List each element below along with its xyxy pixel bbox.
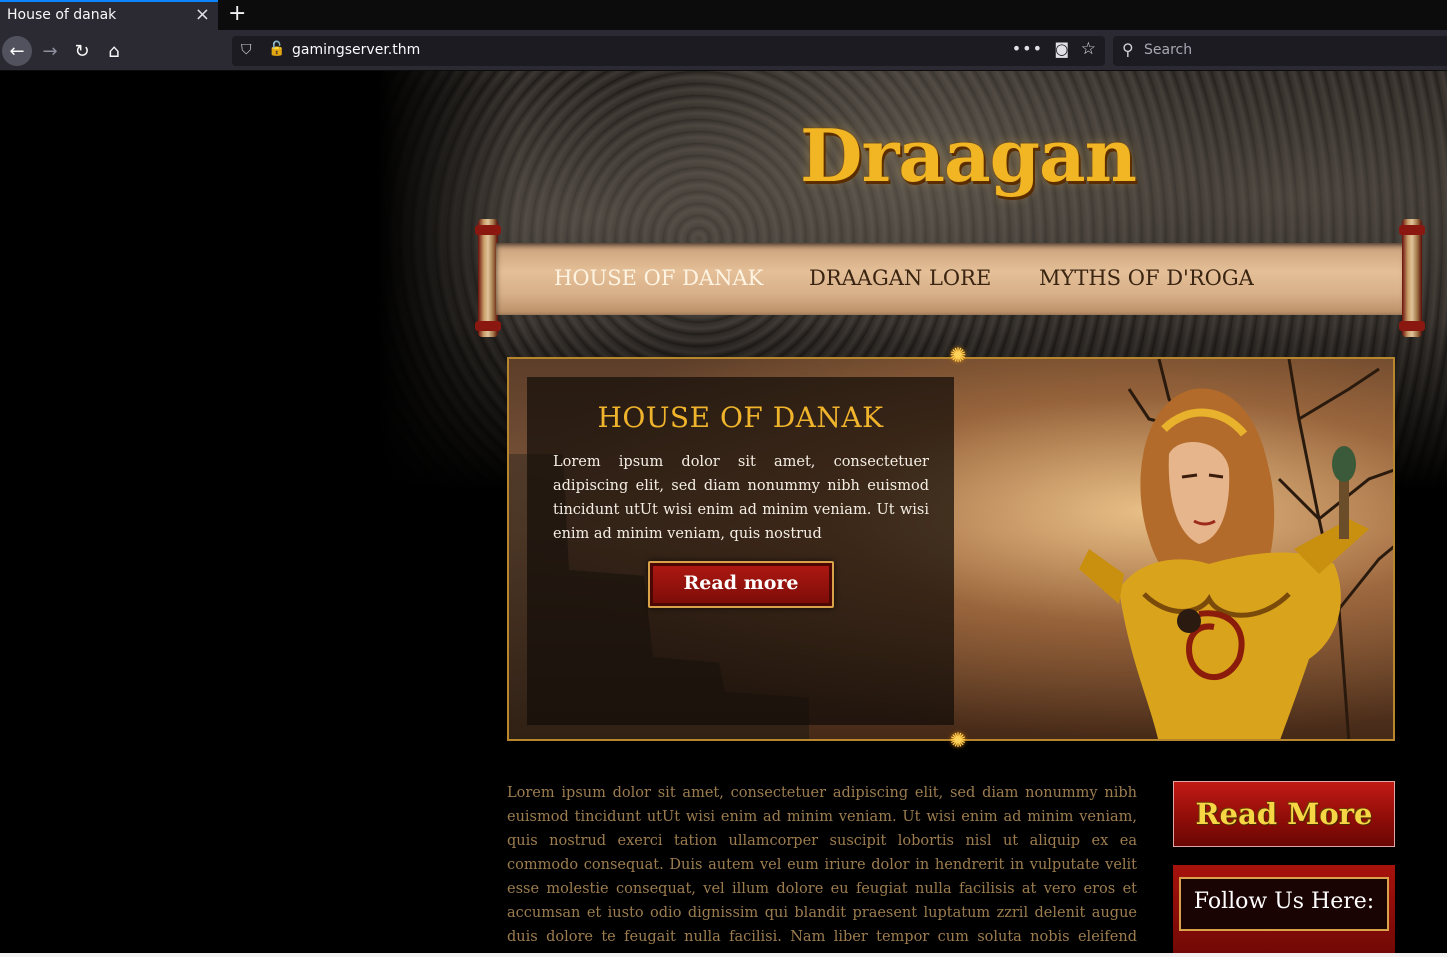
forward-icon[interactable]: → bbox=[35, 36, 65, 66]
url-text[interactable]: gamingserver.thm bbox=[292, 42, 420, 58]
follow-us-box: Follow Us Here: bbox=[1173, 865, 1395, 957]
scroll-rod-left bbox=[475, 219, 501, 337]
page-actions-icon[interactable]: ••• bbox=[1012, 39, 1043, 58]
nav-draagan-lore[interactable]: DRAAGAN LORE bbox=[809, 266, 991, 290]
insecure-lock-icon[interactable]: 🔓 bbox=[268, 41, 285, 57]
back-icon[interactable]: ← bbox=[2, 36, 32, 66]
bookmark-star-icon[interactable]: ☆ bbox=[1081, 39, 1096, 59]
page-viewport: Draagan HOUSE OF DANAK DRAAGAN LORE MYTH… bbox=[0, 71, 1447, 957]
sun-ornament-bottom: ✺ bbox=[949, 728, 967, 752]
site-logo[interactable]: Draagan bbox=[800, 113, 1137, 198]
read-more-button[interactable]: Read More bbox=[1173, 781, 1395, 847]
warrior-illustration bbox=[1079, 359, 1393, 739]
browser-toolbar: ← → ↻ ⌂ ⛉ 🔓 gamingserver.thm ••• ◙ ☆ ⚲ S… bbox=[0, 30, 1447, 71]
pocket-icon[interactable]: ◙ bbox=[1054, 40, 1069, 58]
search-icon: ⚲ bbox=[1122, 40, 1134, 59]
follow-us-label: Follow Us Here: bbox=[1193, 889, 1375, 914]
hero-read-more-button[interactable]: Read more bbox=[648, 561, 834, 608]
close-tab-icon[interactable]: × bbox=[195, 4, 210, 25]
hero-banner: HOUSE OF DANAK Lorem ipsum dolor sit ame… bbox=[507, 357, 1395, 741]
search-input[interactable]: ⚲ Search bbox=[1113, 36, 1447, 66]
tab-title: House of danak bbox=[7, 7, 117, 23]
body-paragraph: Lorem ipsum dolor sit amet, consectetuer… bbox=[507, 785, 1137, 957]
page-bottom-edge bbox=[0, 953, 1447, 957]
tracking-shield-icon[interactable]: ⛉ bbox=[241, 42, 252, 58]
search-placeholder: Search bbox=[1144, 42, 1193, 58]
nav-house-of-danak[interactable]: HOUSE OF DANAK bbox=[554, 266, 763, 290]
scroll-rod-right bbox=[1399, 219, 1425, 337]
reload-icon[interactable]: ↻ bbox=[67, 36, 97, 66]
home-icon[interactable]: ⌂ bbox=[99, 36, 129, 66]
new-tab-button[interactable]: + bbox=[228, 1, 246, 26]
nav-myths-of-droga[interactable]: MYTHS OF D'ROGA bbox=[1039, 266, 1254, 290]
sun-ornament-top: ✺ bbox=[949, 343, 967, 367]
follow-us-label-frame: Follow Us Here: bbox=[1179, 877, 1389, 931]
hero-text-panel: HOUSE OF DANAK Lorem ipsum dolor sit ame… bbox=[527, 377, 954, 725]
hero-title: HOUSE OF DANAK bbox=[597, 401, 884, 434]
tab-strip: House of danak × + bbox=[0, 0, 1447, 30]
tab-active[interactable]: House of danak × bbox=[0, 0, 218, 30]
address-bar[interactable]: ⛉ 🔓 gamingserver.thm ••• ◙ ☆ bbox=[232, 36, 1105, 66]
hero-description: Lorem ipsum dolor sit amet, consectetuer… bbox=[553, 454, 929, 542]
